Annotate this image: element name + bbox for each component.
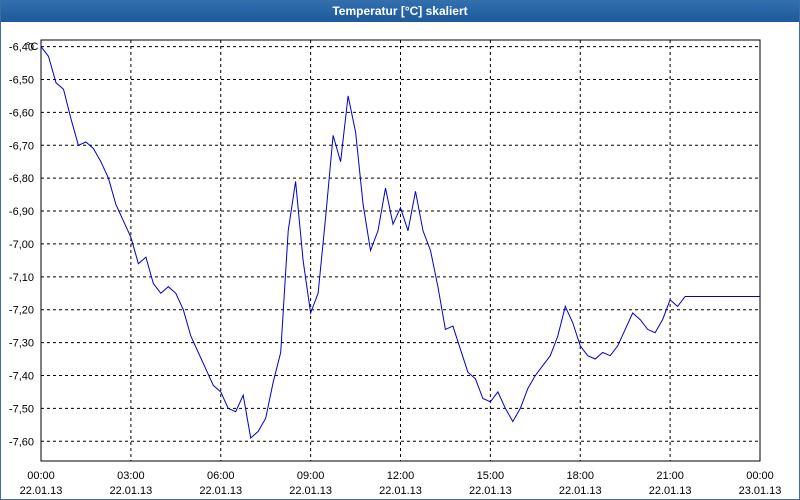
y-tick-label: -6,60 (9, 107, 34, 119)
y-tick-label: -6,40 (9, 42, 34, 54)
y-tick-label: -6,50 (9, 74, 34, 86)
x-tick-time: 06:00 (207, 470, 235, 482)
temperature-chart: °C -6,40-6,50-6,60-6,70-6,80-6,90-7,00-7… (9, 39, 782, 497)
x-tick-date: 22.01.13 (289, 485, 332, 497)
y-tick-label: -7,50 (9, 403, 34, 415)
y-tick-label: -7,10 (9, 272, 34, 284)
x-tick-date: 22.01.13 (469, 485, 512, 497)
x-tick-time: 18:00 (566, 470, 594, 482)
x-tick-time: 12:00 (387, 470, 415, 482)
x-tick-date: 22.01.13 (199, 485, 242, 497)
x-tick-date: 22.01.13 (559, 485, 602, 497)
x-tick-date: 22.01.13 (109, 485, 152, 497)
x-tick-date: 22.01.13 (379, 485, 422, 497)
x-tick-labels: 00:00 22.01.13 03:00 22.01.13 06:00 22.01.13 0… (20, 470, 782, 497)
y-tick-labels: -6,40 -6,50 -6,60 -6,70 -6,80 -6,90 -7,00 -7,10… (9, 42, 34, 449)
x-tick-time: 00:00 (27, 470, 55, 482)
y-tick-label: -7,40 (9, 370, 34, 382)
y-tick-label: -7,60 (9, 436, 34, 448)
temperature-line (40, 46, 760, 439)
x-tick-time: 21:00 (656, 470, 684, 482)
y-tick-label: -7,20 (9, 305, 34, 317)
y-tick-label: -7,00 (9, 239, 34, 251)
x-tick-date: 22.01.13 (20, 485, 63, 497)
x-tick-time: 15:00 (477, 470, 505, 482)
x-tick-date: 22.01.13 (649, 485, 692, 497)
y-tick-label: -6,80 (9, 173, 34, 185)
y-tick-label: -6,70 (9, 140, 34, 152)
y-tick-label: -7,30 (9, 338, 34, 350)
x-tick-time: 03:00 (117, 470, 145, 482)
x-tick-time: 00:00 (746, 470, 774, 482)
x-tick-date: 23.01.13 (739, 485, 782, 497)
y-tick-label: -6,90 (9, 206, 34, 218)
x-tick-time: 09:00 (297, 470, 325, 482)
grid (41, 40, 760, 461)
